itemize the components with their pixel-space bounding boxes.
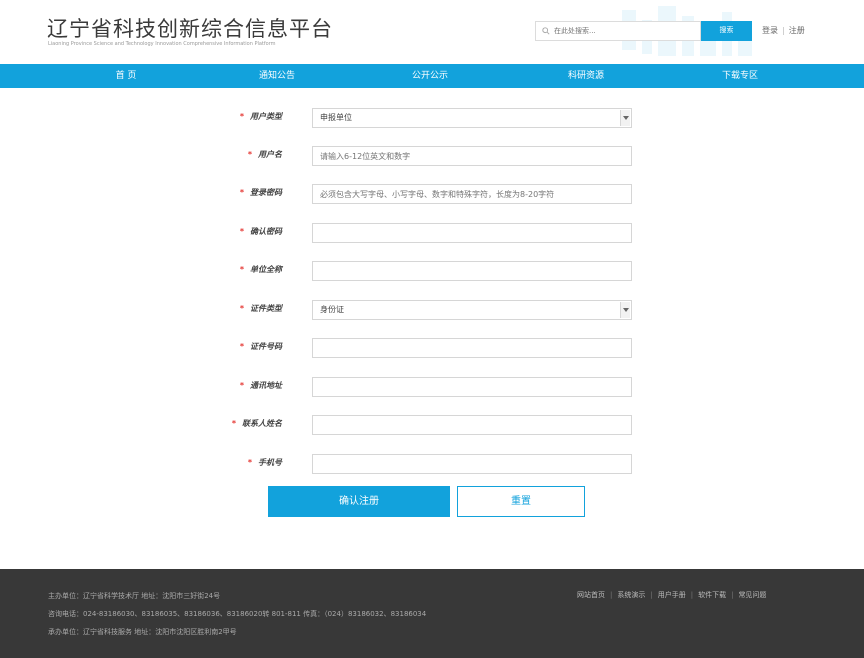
footer-link-download[interactable]: 软件下载 [698,591,726,599]
chevron-down-icon [620,110,630,126]
org-name-label: * 单位全称 [239,265,282,274]
form-row-address: * 通讯地址 [0,377,864,397]
id-type-select[interactable]: 身份证 [312,300,632,320]
id-type-label: * 证件类型 [239,304,282,313]
confirm-password-input[interactable] [312,223,632,243]
link-separator: | [690,591,694,599]
form-row-username: * 用户名 [0,146,864,166]
form-row-user-type: * 用户类型 申报单位 [0,108,864,128]
reset-button[interactable]: 重置 [457,486,585,517]
search-input[interactable] [554,22,698,40]
confirm-password-label: * 确认密码 [239,227,282,236]
nav-item-notices[interactable]: 通知公告 [237,64,317,88]
password-input[interactable] [312,184,632,204]
form-row-id-type: * 证件类型 身份证 [0,300,864,320]
search-box [535,21,701,41]
search-button[interactable]: 搜索 [701,21,752,41]
nav-item-home[interactable]: 首 页 [86,64,166,88]
footer-organizer: 承办单位：辽宁省科技服务 地址：沈阳市沈阳区胜利南2甲号 [48,628,237,636]
link-separator: | [782,26,785,35]
form-row-confirm-password: * 确认密码 [0,223,864,243]
site-subtitle: Liaoning Province Science and Technology… [48,41,276,47]
password-label: * 登录密码 [239,188,282,197]
address-label: * 通讯地址 [239,381,282,390]
username-label: * 用户名 [247,150,282,159]
form-row-password: * 登录密码 [0,184,864,204]
footer-links: 网站首页 | 系统演示 | 用户手册 | 软件下载 | 常见问题 [577,590,766,600]
form-row-id-number: * 证件号码 [0,338,864,358]
main-nav: 首 页 通知公告 公开公示 科研资源 下载专区 [0,64,864,88]
org-name-input[interactable] [312,261,632,281]
user-type-select[interactable]: 申报单位 [312,108,632,128]
footer-link-manual[interactable]: 用户手册 [658,591,686,599]
site-header: 辽宁省科技创新综合信息平台 Liaoning Province Science … [0,0,864,64]
site-title[interactable]: 辽宁省科技创新综合信息平台 [47,13,333,43]
footer-contact: 咨询电话：024-83186030、83186035、83186036、8318… [48,610,427,618]
id-number-label: * 证件号码 [239,342,282,351]
username-input[interactable] [312,146,632,166]
form-row-phone: * 手机号 [0,454,864,474]
contact-name-input[interactable] [312,415,632,435]
nav-item-resources[interactable]: 科研资源 [546,64,626,88]
form-row-contact-name: * 联系人姓名 [0,415,864,435]
footer-sponsor: 主办单位：辽宁省科学技术厅 地址：沈阳市三好街24号 [48,592,221,600]
form-row-org-name: * 单位全称 [0,261,864,281]
address-input[interactable] [312,377,632,397]
id-number-input[interactable] [312,338,632,358]
footer-link-faq[interactable]: 常见问题 [738,591,766,599]
login-link[interactable]: 登录 [762,26,778,35]
chevron-down-icon [620,302,630,318]
footer-link-demo[interactable]: 系统演示 [617,591,645,599]
user-type-label: * 用户类型 [239,112,282,121]
link-separator: | [610,591,613,599]
phone-label: * 手机号 [247,458,282,467]
register-link[interactable]: 注册 [789,26,805,35]
search-icon [542,27,550,35]
nav-item-downloads[interactable]: 下载专区 [700,64,780,88]
phone-input[interactable] [312,454,632,474]
confirm-register-button[interactable]: 确认注册 [268,486,450,517]
auth-links: 登录 | 注册 [762,25,805,36]
link-separator: | [650,591,653,599]
nav-item-public[interactable]: 公开公示 [390,64,470,88]
link-separator: | [731,591,734,599]
contact-name-label: * 联系人姓名 [231,419,282,428]
footer-link-home[interactable]: 网站首页 [577,591,605,599]
site-footer: 主办单位：辽宁省科学技术厅 地址：沈阳市三好街24号 咨询电话：024-8318… [0,569,864,658]
